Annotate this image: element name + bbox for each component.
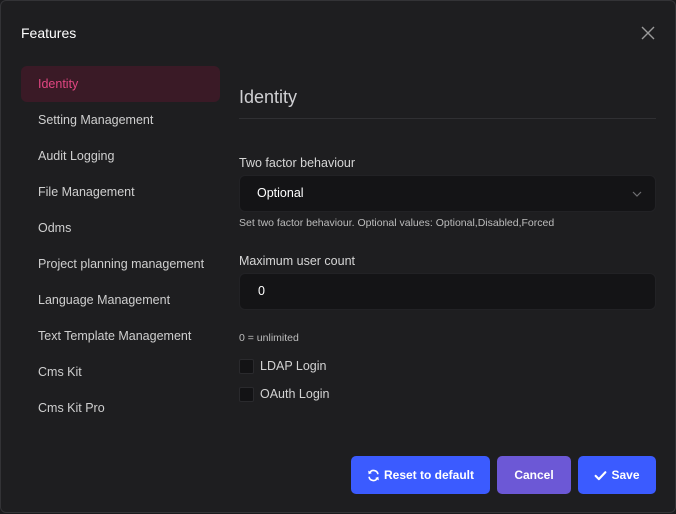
save-button-label: Save (611, 468, 640, 482)
two-factor-value: Optional (257, 186, 304, 200)
check-icon (594, 469, 607, 482)
sidebar-item-text-template-management[interactable]: Text Template Management (21, 318, 220, 354)
two-factor-label: Two factor behaviour (239, 156, 356, 170)
two-factor-select[interactable]: Optional (239, 175, 656, 212)
save-button[interactable]: Save (578, 456, 656, 494)
max-user-count-input[interactable]: 0 (239, 273, 656, 310)
sidebar-item-cms-kit-pro[interactable]: Cms Kit Pro (21, 390, 220, 426)
reset-to-default-button[interactable]: Reset to default (351, 456, 490, 494)
reset-button-label: Reset to default (383, 468, 474, 482)
sidebar-item-language-management[interactable]: Language Management (21, 282, 220, 318)
ldap-login-checkbox[interactable] (239, 358, 254, 374)
max-user-count-help: 0 = unlimited (239, 332, 299, 344)
feature-settings-panel: Identity Two factor behaviour Optional S… (239, 1, 656, 514)
modal-title: Features (21, 25, 77, 41)
section-title: Identity (239, 87, 298, 107)
two-factor-help: Set two factor behaviour. Optional value… (239, 217, 555, 229)
cancel-button[interactable]: Cancel (497, 456, 571, 494)
oauth-login-checkbox[interactable] (239, 386, 254, 402)
sidebar-item-project-planning[interactable]: Project planning management (21, 246, 220, 282)
features-modal: Features Identity Setting Management Aud… (0, 0, 676, 513)
sidebar-item-cms-kit[interactable]: Cms Kit (21, 354, 220, 390)
sidebar-item-file-management[interactable]: File Management (21, 174, 220, 210)
ldap-login-option[interactable]: LDAP Login (239, 358, 327, 374)
chevron-down-icon (632, 189, 642, 199)
oauth-login-label: OAuth Login (260, 387, 330, 401)
oauth-login-option[interactable]: OAuth Login (239, 386, 330, 402)
sidebar-item-setting-management[interactable]: Setting Management (21, 102, 220, 138)
ldap-login-label: LDAP Login (260, 359, 327, 373)
feature-group-sidebar: Identity Setting Management Audit Loggin… (21, 66, 220, 426)
refresh-icon (367, 469, 380, 482)
sidebar-item-odms[interactable]: Odms (21, 210, 220, 246)
cancel-button-label: Cancel (514, 468, 554, 482)
max-user-count-label: Maximum user count (239, 254, 356, 268)
sidebar-item-audit-logging[interactable]: Audit Logging (21, 138, 220, 174)
section-divider (239, 118, 656, 119)
sidebar-item-identity[interactable]: Identity (21, 66, 220, 102)
